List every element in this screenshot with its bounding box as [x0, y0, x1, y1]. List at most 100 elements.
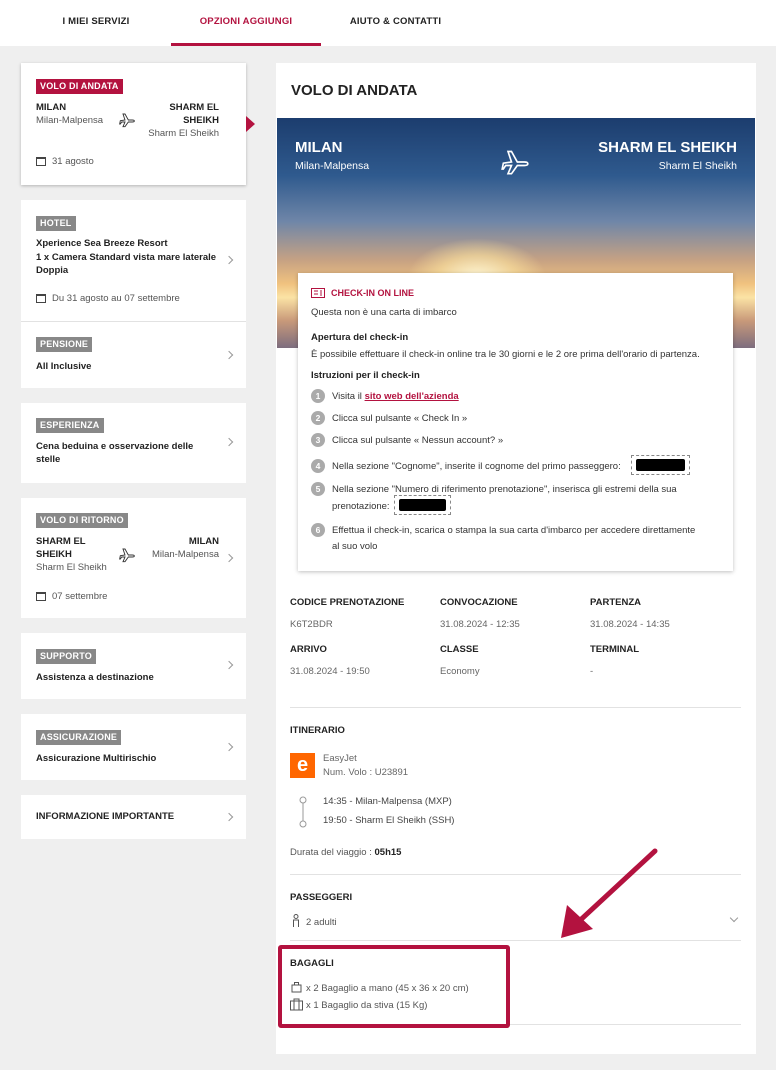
chevron-right-icon[interactable]: [224, 660, 234, 670]
return-to-airport: Milan-Malpensa: [151, 549, 219, 560]
itinerary-departure: 14:35 - Milan-Malpensa (MXP): [323, 796, 452, 807]
arrival-value: 31.08.2024 - 19:50: [290, 666, 370, 677]
page-title: VOLO DI ANDATA: [291, 82, 418, 99]
plane-icon: [119, 113, 135, 128]
return-from-airport: Sharm El Sheikh: [36, 562, 107, 573]
sidebar-item-support[interactable]: SUPPORTO Assistenza a destinazione: [21, 633, 246, 699]
calendar-icon: [36, 157, 46, 166]
hero-to-city: SHARM EL SHEIKH: [598, 139, 737, 156]
tab-add-options[interactable]: OPZIONI AGGIUNGI: [171, 0, 321, 46]
departure-label: PARTENZA: [590, 597, 642, 608]
chevron-right-icon[interactable]: [224, 812, 234, 822]
board-value: All Inclusive: [36, 361, 92, 372]
class-value: Economy: [440, 666, 480, 677]
itinerary-title: ITINERARIO: [290, 725, 345, 736]
hero-from-city: MILAN: [295, 139, 343, 156]
outbound-to-city-2: SHEIKH: [183, 115, 219, 126]
step1-prefix: Visita il: [332, 391, 365, 402]
divider: [290, 940, 741, 941]
support-value: Assistenza a destinazione: [36, 672, 154, 683]
chevron-right-icon[interactable]: [224, 742, 234, 752]
duration-value: 05h15: [374, 847, 402, 858]
terminal-label: TERMINAL: [590, 644, 640, 655]
hotel-room: 1 x Camera Standard vista mare laterale: [36, 252, 217, 263]
outbound-date: 31 agosto: [52, 156, 94, 167]
itinerary-arrival: 19:50 - Sharm El Sheikh (SSH): [323, 815, 455, 826]
outbound-from-airport: Milan-Malpensa: [36, 115, 104, 126]
checkin-instructions-title: Istruzioni per il check-in: [311, 370, 420, 381]
step1-text: Visita il sito web dell'azienda: [332, 391, 459, 402]
chevron-right-icon[interactable]: [224, 553, 234, 563]
checkin-opening-title: Apertura del check-in: [311, 332, 409, 343]
calendar-icon: [36, 294, 46, 303]
step-number: 4: [311, 459, 325, 473]
support-badge: SUPPORTO: [36, 649, 96, 664]
person-icon: [293, 914, 299, 927]
experience-line2: stelle: [36, 454, 61, 465]
plane-icon: [501, 150, 529, 175]
return-to-city: MILAN: [188, 536, 219, 547]
hero-to-airport: Sharm El Sheikh: [658, 160, 737, 172]
step5-text-line1: Nella sezione "Numero di riferimento pre…: [332, 484, 677, 495]
call-label: CONVOCAZIONE: [440, 597, 518, 608]
hotel-dates: Du 31 agosto au 07 settembre: [52, 293, 180, 304]
sidebar-item-outbound-flight[interactable]: VOLO DI ANDATA MILAN Milan-Malpensa SHAR…: [21, 63, 246, 185]
checkin-opening-text: È possibile effettuare il check-in onlin…: [311, 349, 700, 360]
return-badge: VOLO DI RITORNO: [36, 513, 128, 528]
step2-text: Clicca sul pulsante « Check In »: [332, 413, 468, 424]
sidebar-item-insurance[interactable]: ASSICURAZIONE Assicurazione Multirischio: [21, 714, 246, 780]
route-line-icon: [299, 796, 307, 828]
baggage-highlight-box: [278, 945, 510, 1028]
sidebar-item-return-flight[interactable]: VOLO DI RITORNO SHARM EL SHEIKH Sharm El…: [21, 498, 246, 618]
return-from-city-2: SHEIKH: [36, 549, 72, 560]
terminal-value: -: [590, 666, 594, 677]
ticket-icon: [311, 288, 325, 298]
return-from-city-1: SHARM EL: [36, 536, 86, 547]
step-number: 6: [311, 523, 325, 537]
checkin-title: CHECK-IN ON LINE: [331, 288, 414, 298]
important-info-label: INFORMAZIONE IMPORTANTE: [36, 811, 175, 822]
departure-value: 31.08.2024 - 14:35: [590, 619, 670, 630]
checkin-subtitle: Questa non è una carta di imbarco: [311, 307, 457, 318]
redacted-booking-ref: [399, 499, 446, 511]
sidebar-item-experience[interactable]: ESPERIENZA Cena beduina e osservazione d…: [21, 403, 246, 483]
annotation-arrow-icon: [561, 848, 658, 938]
checkin-card: CHECK-IN ON LINE Questa non è una carta …: [298, 273, 733, 571]
outbound-to-city-1: SHARM EL: [169, 102, 219, 113]
hotel-room-type: Doppia: [36, 265, 69, 276]
sidebar-hotel-group: HOTEL Xperience Sea Breeze Resort 1 x Ca…: [21, 200, 246, 388]
outbound-from-city: MILAN: [36, 102, 67, 113]
active-tab-indicator: [171, 43, 321, 46]
class-label: CLASSE: [440, 644, 479, 655]
trip-duration: Durata del viaggio : 05h15: [290, 847, 401, 858]
step-number: 1: [311, 389, 325, 403]
active-pointer-icon: [246, 116, 255, 132]
passengers-title: PASSEGGERI: [290, 892, 353, 903]
sidebar-item-important-info[interactable]: INFORMAZIONE IMPORTANTE: [21, 795, 246, 839]
step3-text: Clicca sul pulsante « Nessun account? »: [332, 435, 504, 446]
tab-help-contacts[interactable]: AIUTO & CONTATTI: [338, 0, 453, 46]
company-website-link[interactable]: sito web dell'azienda: [365, 391, 459, 402]
experience-line1: Cena beduina e osservazione delle: [36, 441, 194, 452]
duration-label: Durata del viaggio :: [290, 847, 375, 858]
board-badge: PENSIONE: [36, 337, 93, 352]
booking-code-label: CODICE PRENOTAZIONE: [290, 597, 405, 608]
divider: [290, 874, 741, 875]
outbound-badge: VOLO DI ANDATA: [36, 79, 123, 94]
experience-badge: ESPERIENZA: [36, 418, 104, 433]
insurance-badge: ASSICURAZIONE: [36, 730, 122, 745]
chevron-right-icon[interactable]: [224, 437, 234, 447]
hotel-badge: HOTEL: [36, 216, 76, 231]
chevron-right-icon[interactable]: [224, 350, 234, 360]
call-value: 31.08.2024 - 12:35: [440, 619, 520, 630]
step6-text-line1: Effettua il check-in, scarica o stampa l…: [332, 525, 696, 536]
airline-name: EasyJet: [323, 753, 357, 764]
redacted-surname: [636, 459, 685, 471]
chevron-right-icon[interactable]: [224, 255, 234, 265]
return-date: 07 settembre: [52, 591, 108, 602]
outbound-to-airport: Sharm El Sheikh: [148, 128, 219, 139]
tab-my-services[interactable]: I MIEI SERVIZI: [44, 0, 148, 46]
calendar-icon: [36, 592, 46, 601]
hero-from-airport: Milan-Malpensa: [295, 160, 370, 172]
step4-text: Nella sezione "Cognome", inserite il cog…: [332, 461, 621, 472]
